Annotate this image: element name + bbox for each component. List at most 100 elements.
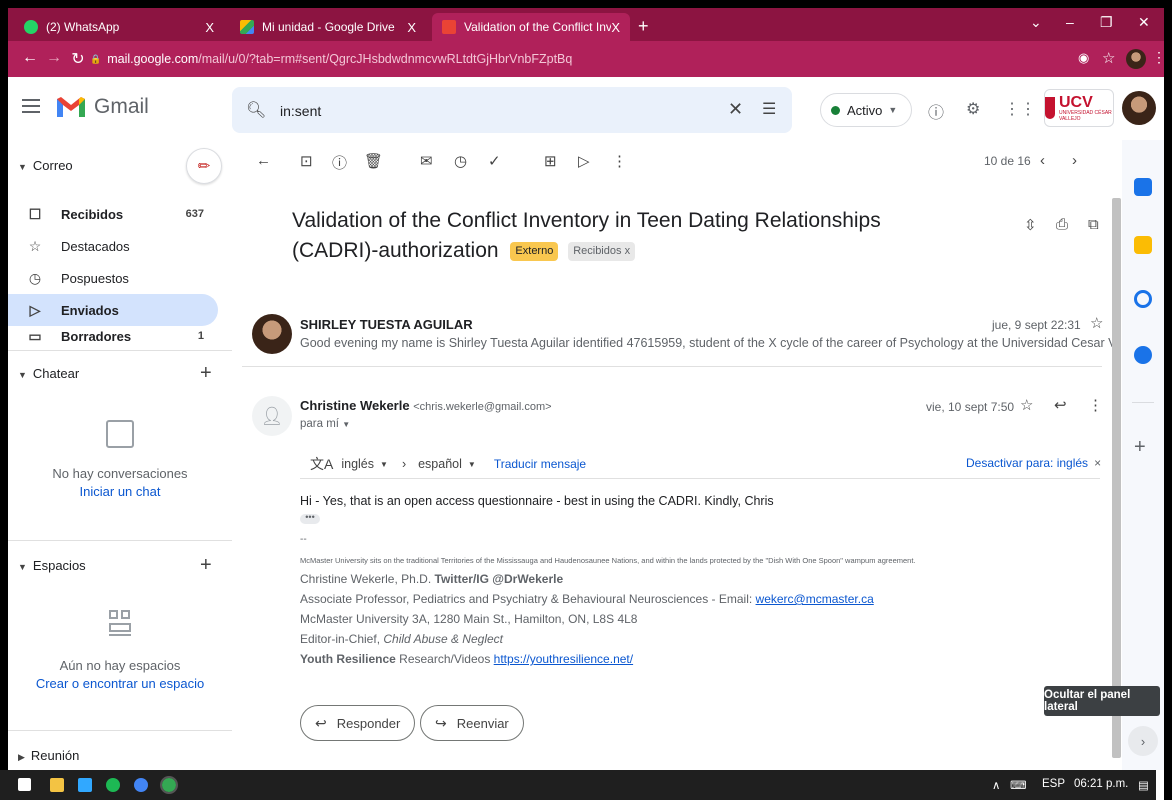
disable-translate[interactable]: Desactivar para: inglés × — [966, 456, 1101, 470]
profile-avatar[interactable] — [1126, 49, 1146, 69]
target-language-select[interactable]: español — [418, 457, 462, 471]
search-bar[interactable]: 🔍︎ in:sent ✕ ☰ — [232, 87, 792, 133]
search-input[interactable]: in:sent — [280, 103, 321, 119]
clear-search-icon[interactable]: ✕ — [728, 99, 743, 120]
help-icon[interactable]: ⓘ — [928, 99, 944, 123]
close-window-icon[interactable]: ✕ — [1138, 14, 1150, 31]
report-spam-icon[interactable]: ⓘ — [332, 152, 347, 173]
apps-grid-icon[interactable]: ⋮⋮ — [1004, 99, 1036, 119]
cast-icon[interactable]: ◉ — [1078, 50, 1089, 66]
sidebar-item-sent[interactable]: ▷ Enviados — [8, 294, 218, 326]
snooze-icon[interactable]: ◷ — [454, 152, 467, 170]
tray-chevron-up-icon[interactable]: ∧ — [992, 778, 1000, 792]
maximize-icon[interactable]: ❐ — [1100, 14, 1113, 31]
new-tab-button[interactable]: + — [638, 16, 649, 37]
newer-chevron-icon[interactable]: ‹ — [1040, 152, 1045, 169]
clock[interactable]: 06:21 p.m. — [1074, 778, 1128, 790]
sender-name[interactable]: Christine Wekerle — [300, 398, 410, 413]
section-spaces[interactable]: ▼ Espacios — [18, 558, 86, 573]
sidebar-item-snoozed[interactable]: ◷ Pospuestos — [8, 262, 218, 294]
star-icon[interactable]: ☆ — [1090, 314, 1103, 332]
minimize-icon[interactable]: – — [1066, 14, 1074, 30]
sidebar-item-inbox[interactable]: ☐ Recibidos 637 — [8, 198, 218, 230]
disable-translate-link[interactable]: Desactivar para: inglés — [966, 456, 1088, 470]
bookmark-star-icon[interactable]: ☆ — [1102, 49, 1115, 67]
forward-button[interactable]: ↪ Reenviar — [420, 705, 524, 741]
signature-email-link[interactable]: wekerc@mcmaster.ca — [756, 592, 874, 606]
notification-icon[interactable]: ▤ — [1138, 778, 1149, 792]
search-icon[interactable]: 🔍︎ — [246, 100, 266, 120]
star-icon[interactable]: ☆ — [1020, 396, 1033, 414]
label-inbox[interactable]: Recibidos x — [568, 241, 636, 261]
hide-panel-chevron-icon[interactable]: › — [1128, 726, 1158, 756]
scrollbar-thumb[interactable] — [1112, 198, 1121, 758]
new-chat-plus-icon[interactable]: + — [200, 362, 212, 385]
section-chat[interactable]: ▼ Chatear — [18, 366, 79, 381]
message-snippet[interactable]: Good evening my name is Shirley Tuesta A… — [300, 336, 1112, 350]
url-field[interactable]: 🔒 mail.google.com/mail/u/0/?tab=rm#sent/… — [90, 46, 1090, 72]
sender-name[interactable]: SHIRLEY TUESTA AGUILAR — [300, 317, 473, 332]
expand-all-icon[interactable]: ⇳ — [1024, 216, 1037, 234]
keep-icon[interactable] — [1134, 236, 1152, 254]
spotify-icon[interactable] — [106, 778, 120, 792]
keyboard-icon[interactable]: ⌨ — [1010, 778, 1027, 792]
print-icon[interactable]: ⎙ — [1056, 216, 1068, 233]
calendar-icon[interactable] — [1134, 178, 1152, 196]
tab-search-icon[interactable]: ⌄ — [1030, 14, 1042, 31]
reply-button[interactable]: ↩ Responder — [300, 705, 416, 741]
back-icon[interactable]: ← — [18, 49, 42, 67]
account-avatar[interactable] — [1122, 91, 1156, 125]
section-mail[interactable]: ▼ Correo — [18, 158, 73, 173]
file-explorer-icon[interactable] — [50, 778, 64, 792]
sidebar-item-drafts[interactable]: ▭ Borradores 1 — [8, 326, 218, 344]
reload-icon[interactable]: ↻ — [66, 49, 90, 69]
sender-avatar[interactable] — [252, 314, 292, 354]
archive-icon[interactable]: ⊡ — [300, 152, 313, 170]
add-task-icon[interactable]: ✓ — [488, 152, 501, 170]
tasks-icon[interactable] — [1134, 290, 1152, 308]
tab-whatsapp[interactable]: (2) WhatsApp X — [14, 13, 224, 41]
open-new-window-icon[interactable]: ⧉ — [1088, 216, 1099, 233]
status-selector[interactable]: Activo ▼ — [820, 93, 912, 127]
move-to-icon[interactable]: ⊞ — [544, 152, 557, 170]
close-tab-icon[interactable]: X — [611, 20, 620, 35]
photoshop-icon[interactable] — [78, 778, 92, 792]
delete-icon[interactable]: 🗑︎ — [364, 152, 383, 170]
reply-icon[interactable]: ↩ — [1054, 396, 1067, 414]
gear-icon[interactable]: ⚙ — [966, 99, 980, 119]
back-to-list-icon[interactable]: ← — [256, 152, 271, 169]
main-menu-icon[interactable] — [22, 99, 40, 113]
recipient-dropdown[interactable]: para mí ▼ — [300, 418, 350, 430]
close-tab-icon[interactable]: X — [205, 20, 214, 35]
windows-start-icon[interactable] — [18, 778, 31, 791]
add-addon-plus-icon[interactable]: + — [1134, 436, 1146, 459]
org-logo[interactable]: UCV UNIVERSIDAD CÉSAR VALLEJO — [1044, 89, 1114, 127]
section-meet[interactable]: ▶ Reunión — [18, 748, 79, 763]
source-language-select[interactable]: inglés — [341, 457, 374, 471]
chrome-icon[interactable] — [134, 778, 148, 792]
close-icon[interactable]: × — [1094, 456, 1101, 470]
default-avatar-icon[interactable]: 👤︎ — [252, 396, 292, 436]
older-chevron-icon[interactable]: › — [1072, 152, 1077, 169]
label-icon[interactable]: ▷ — [578, 152, 590, 170]
chrome-active-icon[interactable] — [160, 776, 178, 794]
more-options-icon[interactable]: ⋮ — [612, 152, 627, 170]
tab-google-drive[interactable]: Mi unidad - Google Drive X — [230, 13, 426, 41]
tab-gmail-active[interactable]: Validation of the Conflict Invento X — [432, 13, 630, 41]
show-trimmed-content-button[interactable]: ••• — [300, 513, 320, 524]
translate-message-link[interactable]: Traducir mensaje — [494, 457, 586, 471]
forward-icon[interactable]: → — [42, 49, 66, 67]
start-chat-link[interactable]: Iniciar un chat — [8, 484, 232, 499]
sidebar-item-starred[interactable]: ☆ Destacados — [8, 230, 218, 262]
close-tab-icon[interactable]: X — [407, 20, 416, 35]
new-space-plus-icon[interactable]: + — [200, 554, 212, 577]
yr-link[interactable]: https://youthresilience.net/ — [494, 652, 633, 666]
browser-menu-icon[interactable]: ⋮ — [1152, 49, 1164, 66]
more-options-icon[interactable]: ⋮ — [1088, 396, 1103, 414]
find-space-link[interactable]: Crear o encontrar un espacio — [8, 676, 232, 691]
search-options-icon[interactable]: ☰ — [762, 99, 776, 119]
remove-label-icon[interactable]: x — [625, 245, 631, 257]
contacts-icon[interactable] — [1134, 346, 1152, 364]
language-indicator[interactable]: ESP — [1042, 778, 1065, 790]
compose-button[interactable]: ✏ — [186, 148, 222, 184]
